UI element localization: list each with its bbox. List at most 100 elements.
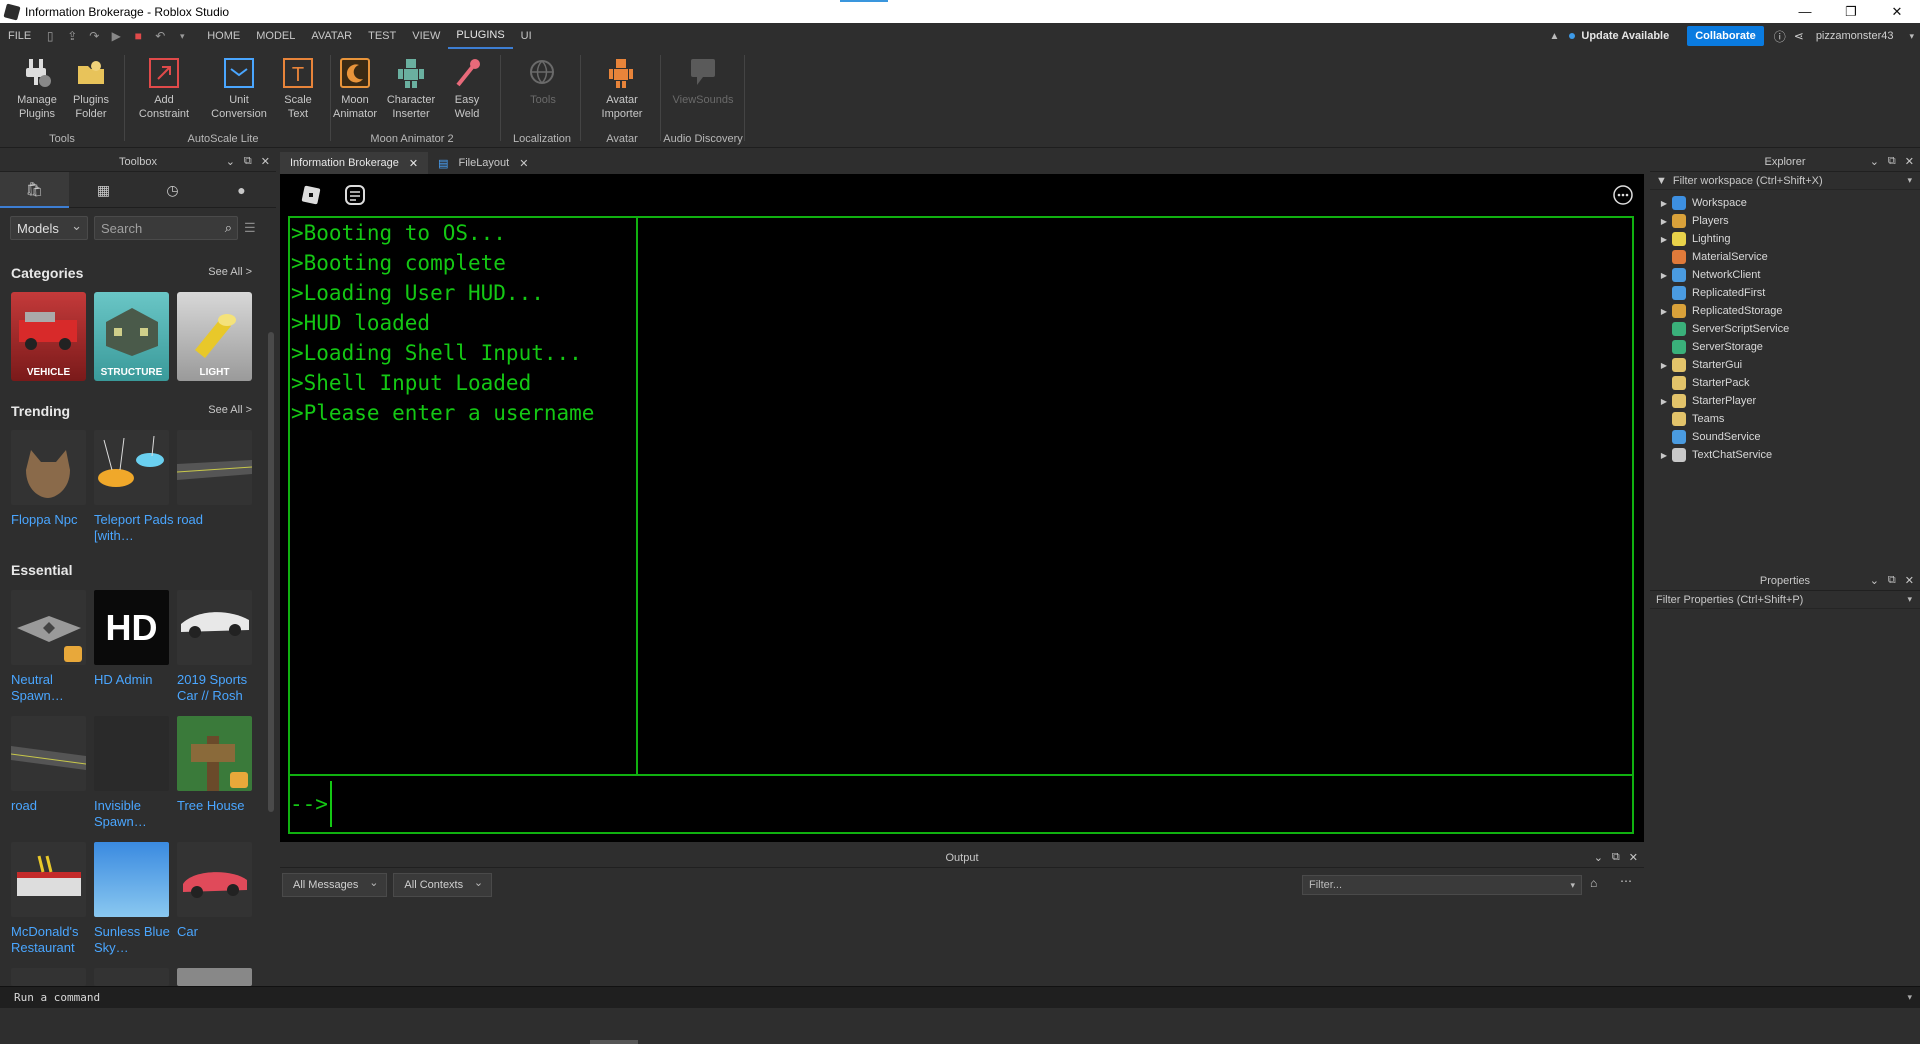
publish-icon[interactable]: ⇪ [61,23,83,49]
menu-overflow-icon[interactable]: ▾ [1909,31,1914,42]
tab-plugins[interactable]: PLUGINS [448,23,513,49]
explorer-item[interactable]: StarterPack [1650,374,1920,392]
asset-item[interactable]: road [11,716,91,814]
scale-text-button[interactable]: T Scale Text [268,55,328,121]
explorer-item[interactable]: MaterialService [1650,248,1920,266]
restore-icon[interactable]: ❐ [1828,0,1874,23]
panel-menu-icon[interactable]: ⌄ [1870,574,1879,587]
asset-item[interactable]: Tree House [177,716,257,814]
game-viewport[interactable]: >Booting to OS... >Booting complete >Loa… [280,174,1644,842]
close-icon[interactable]: ✕ [261,155,270,168]
viewsounds-button[interactable]: ViewSounds [666,55,740,107]
panel-menu-icon[interactable]: ⌄ [226,155,235,168]
explorer-item[interactable]: ▶ TextChatService [1650,446,1920,464]
toolbox-search-input[interactable]: Search ⌕ [94,216,238,240]
resize-grip[interactable] [590,1040,638,1044]
close-icon[interactable]: ✕ [1905,155,1914,168]
explorer-item[interactable]: ▶ StarterGui [1650,356,1920,374]
expand-arrow-icon[interactable]: ▶ [1656,397,1672,406]
undock-icon[interactable]: ⧉ [1888,574,1896,587]
redo-arrow-icon[interactable]: ↷ [83,23,105,49]
explorer-filter-input[interactable]: ▼ Filter workspace (Ctrl+Shift+X) ▾ [1650,172,1920,190]
add-constraint-button[interactable]: Add Constraint [134,55,194,121]
clear-output-icon[interactable]: ⌂ [1590,876,1597,890]
tab-view[interactable]: VIEW [404,23,448,49]
chevron-down-icon[interactable]: ▾ [1907,992,1912,1003]
moon-animator-button[interactable]: Moon Animator [325,55,385,121]
asset-item[interactable]: Car [177,842,257,940]
more-options-icon[interactable] [1612,184,1634,209]
undock-icon[interactable]: ⧉ [1888,155,1896,168]
asset-item[interactable]: Sunless Blue Sky… [94,842,174,956]
roblox-menu-icon[interactable] [300,184,322,209]
command-input[interactable]: Run a command [14,991,100,1004]
inventory-tab[interactable]: ▦ [69,172,138,208]
explorer-item[interactable]: ▶ NetworkClient [1650,266,1920,284]
tab-home[interactable]: HOME [199,23,248,49]
tab-filelayout[interactable]: ▤ FileLayout ✕ [428,152,538,174]
recent-tab[interactable]: ◷ [138,172,207,208]
chevron-down-icon[interactable]: ▾ [1907,594,1912,605]
category-vehicle[interactable]: VEHICLE [11,292,86,381]
undock-icon[interactable]: ⧉ [244,155,252,168]
unit-conversion-button[interactable]: Unit Conversion [209,55,269,121]
trending-see-all[interactable]: See All > [208,404,252,416]
update-available[interactable]: Update Available [1569,30,1669,42]
asset-item[interactable]: McDonald's Restaurant [11,842,91,956]
category-light[interactable]: LIGHT [177,292,252,381]
explorer-item[interactable]: ▶ Players [1650,212,1920,230]
asset-item[interactable]: 2019 Sports Car // Rosh [177,590,257,704]
explorer-item[interactable]: ▶ ReplicatedStorage [1650,302,1920,320]
play-icon[interactable]: ▶ [105,23,127,49]
shell-input[interactable]: --> [290,774,1632,832]
easy-weld-button[interactable]: Easy Weld [437,55,497,121]
close-icon[interactable]: ✕ [1629,851,1638,864]
manage-plugins-button[interactable]: Manage Plugins [7,55,67,121]
expand-arrow-icon[interactable]: ▶ [1656,271,1672,280]
output-more-icon[interactable]: ⋯ [1620,874,1632,888]
expand-arrow-icon[interactable]: ▶ [1656,235,1672,244]
properties-filter-input[interactable]: Filter Properties (Ctrl+Shift+P) ▾ [1650,591,1920,609]
messages-filter-dropdown[interactable]: All Messages [282,873,388,897]
category-structure[interactable]: STRUCTURE [94,292,169,381]
explorer-item[interactable]: SoundService [1650,428,1920,446]
expand-arrow-icon[interactable]: ▶ [1656,361,1672,370]
chevron-down-icon[interactable]: ▾ [1907,175,1912,186]
close-icon[interactable]: ✕ [1905,574,1914,587]
localization-tools-button[interactable]: Tools [513,55,573,107]
expand-arrow-icon[interactable]: ▶ [1656,199,1672,208]
tab-ui[interactable]: UI [513,23,540,49]
panel-menu-icon[interactable]: ⌄ [1594,851,1603,864]
character-inserter-button[interactable]: Character Inserter [381,55,441,121]
creations-tab[interactable]: ● [207,172,276,208]
username[interactable]: pizzamonster43 [1816,30,1894,42]
share-icon[interactable]: ⋖ [1794,29,1804,43]
avatar-importer-button[interactable]: Avatar Importer [592,55,652,121]
asset-item[interactable]: Invisible Spawn… [94,716,174,830]
filter-icon[interactable]: ☰ [244,220,256,236]
tab-model[interactable]: MODEL [248,23,303,49]
toolbox-scrollbar[interactable] [268,332,274,812]
asset-item[interactable]: road [177,430,257,528]
explorer-item[interactable]: ▶ StarterPlayer [1650,392,1920,410]
command-bar[interactable]: Run a command ▾ [0,986,1920,1008]
undock-icon[interactable]: ⧉ [1612,851,1620,864]
tab-information-brokerage[interactable]: Information Brokerage ✕ [280,152,429,174]
explorer-item[interactable]: Teams [1650,410,1920,428]
output-filter-input[interactable]: Filter... ▾ [1302,875,1582,895]
tab-test[interactable]: TEST [360,23,404,49]
explorer-item[interactable]: ▶ Workspace [1650,194,1920,212]
asset-item[interactable]: HD HD Admin [94,590,174,688]
customize-icon[interactable]: ▾ [171,23,193,49]
expand-arrow-icon[interactable]: ▶ [1656,307,1672,316]
asset-item[interactable]: Teleport Pads [with… [94,430,174,544]
new-file-icon[interactable]: ▯ [39,23,61,49]
close-icon[interactable]: ✕ [409,157,418,170]
panel-menu-icon[interactable]: ⌄ [1870,155,1879,168]
collapse-ribbon-icon[interactable]: ▲ [1549,31,1559,42]
tab-avatar[interactable]: AVATAR [303,23,360,49]
asset-item[interactable]: Floppa Npc [11,430,91,528]
undo-icon[interactable]: ↶ [149,23,171,49]
explorer-item[interactable]: ServerScriptService [1650,320,1920,338]
marketplace-tab[interactable]: 🛍 [0,172,69,208]
